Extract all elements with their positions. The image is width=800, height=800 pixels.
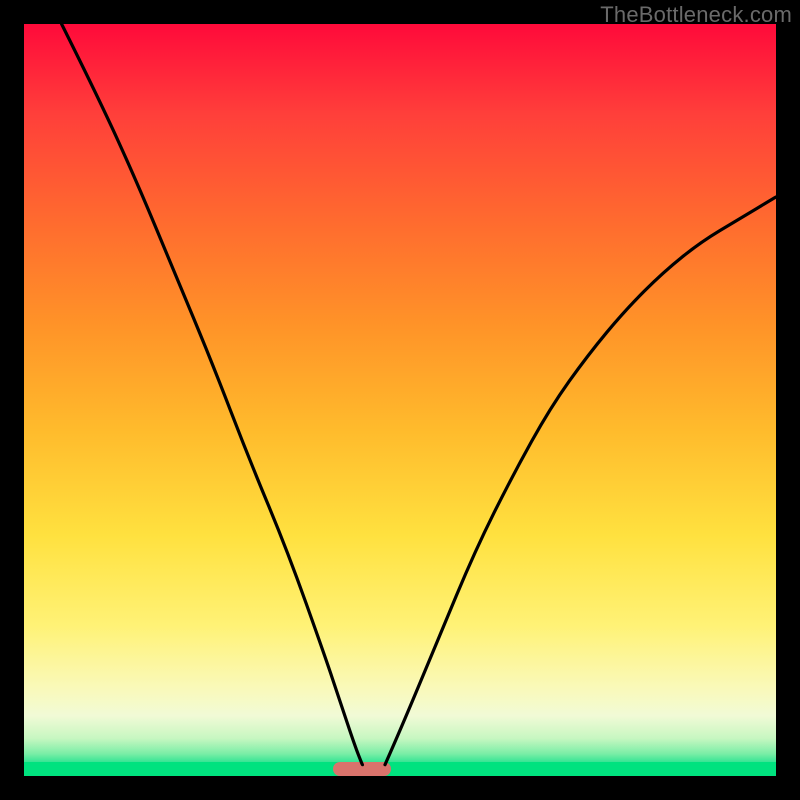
chart-frame: TheBottleneck.com	[0, 0, 800, 800]
right-branch-curve	[385, 197, 776, 765]
plot-area	[24, 24, 776, 776]
left-branch-curve	[62, 24, 363, 765]
bottleneck-curves	[24, 24, 776, 776]
